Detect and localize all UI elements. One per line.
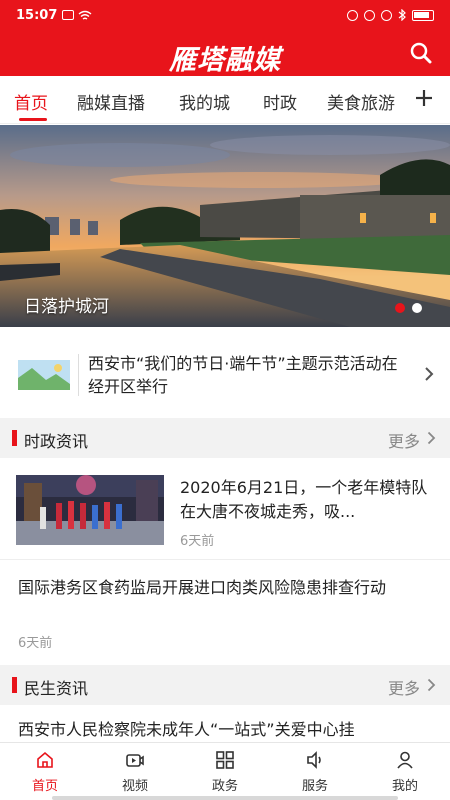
video-icon [126, 754, 144, 767]
image-thumbnail-icon [18, 360, 70, 390]
speaker-icon [307, 751, 321, 769]
notification-icon [62, 10, 74, 20]
news-time: 6天前 [180, 534, 215, 549]
banner-caption: 日落护城河 [24, 297, 109, 317]
category-tabs: 首页 融媒直播 我的城 时政 美食旅游 [0, 76, 450, 124]
tab-home[interactable]: 首页 [14, 89, 48, 114]
chevron-right-icon [425, 367, 434, 381]
grid-icon [216, 751, 234, 769]
tab-food-travel[interactable]: 美食旅游 [327, 89, 395, 114]
status-time: 15:07 [16, 8, 58, 23]
featured-news-item[interactable]: 西安市“我们的节日·端午节”主题示范活动在经开区举行 [0, 340, 450, 408]
alarm-icon [364, 9, 375, 21]
chevron-right-icon[interactable] [427, 431, 436, 445]
featured-title: 西安市“我们的节日·端午节”主题示范活动在经开区举行 [88, 354, 398, 396]
section-accent-bar [12, 677, 17, 693]
home-icon [37, 751, 53, 768]
nav-label: 政务 [211, 779, 238, 794]
more-link[interactable]: 更多 [388, 675, 420, 699]
news-title: 2020年6月21日，一个老年模特队在大唐不夜城走秀，吸... [180, 478, 428, 521]
plus-icon[interactable] [414, 88, 434, 108]
home-indicator [52, 796, 398, 800]
section-header-livelihood: 民生资讯 更多 [0, 665, 450, 705]
nav-label: 首页 [31, 779, 58, 794]
carousel-dot [395, 303, 405, 313]
tab-politics[interactable]: 时政 [263, 89, 297, 114]
news-title[interactable]: 西安市人民检察院未成年人“一站式”关爱中心挂 [18, 718, 438, 742]
news-item[interactable]: 国际港务区食药监局开展进口肉类风险隐患排查行动 6天前 [0, 562, 450, 662]
section-title: 时政资讯 [24, 432, 89, 451]
divider [78, 354, 79, 396]
search-icon[interactable] [410, 42, 432, 64]
app-header: 雁塔融媒 [0, 32, 450, 76]
app-title: 雁塔融媒 [169, 45, 281, 76]
nav-video[interactable]: 视频 [90, 743, 180, 800]
nav-government[interactable]: 政务 [180, 743, 270, 800]
nav-mine[interactable]: 我的 [360, 743, 450, 800]
section-title: 民生资讯 [24, 679, 89, 698]
nav-label: 服务 [301, 779, 328, 794]
more-link[interactable]: 更多 [388, 428, 420, 452]
carousel-dot [412, 303, 422, 313]
active-tab-indicator [19, 118, 47, 121]
nfc-icon [347, 9, 358, 21]
status-bar: 15:07 [0, 0, 450, 32]
banner-carousel[interactable]: 日落护城河 [0, 125, 450, 327]
section-accent-bar [12, 430, 17, 446]
bluetooth-icon [398, 9, 406, 21]
bottom-nav: 首页 视频 政务 服务 我的 [0, 742, 450, 800]
nav-service[interactable]: 服务 [270, 743, 360, 800]
battery-icon [412, 9, 434, 21]
nav-label: 我的 [391, 779, 418, 794]
news-title: 国际港务区食药监局开展进口肉类风险隐患排查行动 [18, 578, 387, 597]
nav-label: 视频 [121, 779, 148, 794]
news-time: 6天前 [18, 636, 53, 651]
wifi-icon [78, 10, 92, 20]
chevron-right-icon[interactable] [427, 678, 436, 692]
user-icon [397, 751, 413, 769]
carousel-dots [395, 303, 422, 313]
nav-home[interactable]: 首页 [0, 743, 90, 800]
news-thumbnail [16, 475, 164, 545]
news-item[interactable]: 2020年6月21日，一个老年模特队在大唐不夜城走秀，吸... 6天前 [0, 460, 450, 560]
location-icon [381, 9, 392, 21]
tab-my-city[interactable]: 我的城 [179, 89, 230, 114]
section-header-politics: 时政资讯 更多 [0, 418, 450, 458]
tab-live[interactable]: 融媒直播 [77, 89, 145, 114]
